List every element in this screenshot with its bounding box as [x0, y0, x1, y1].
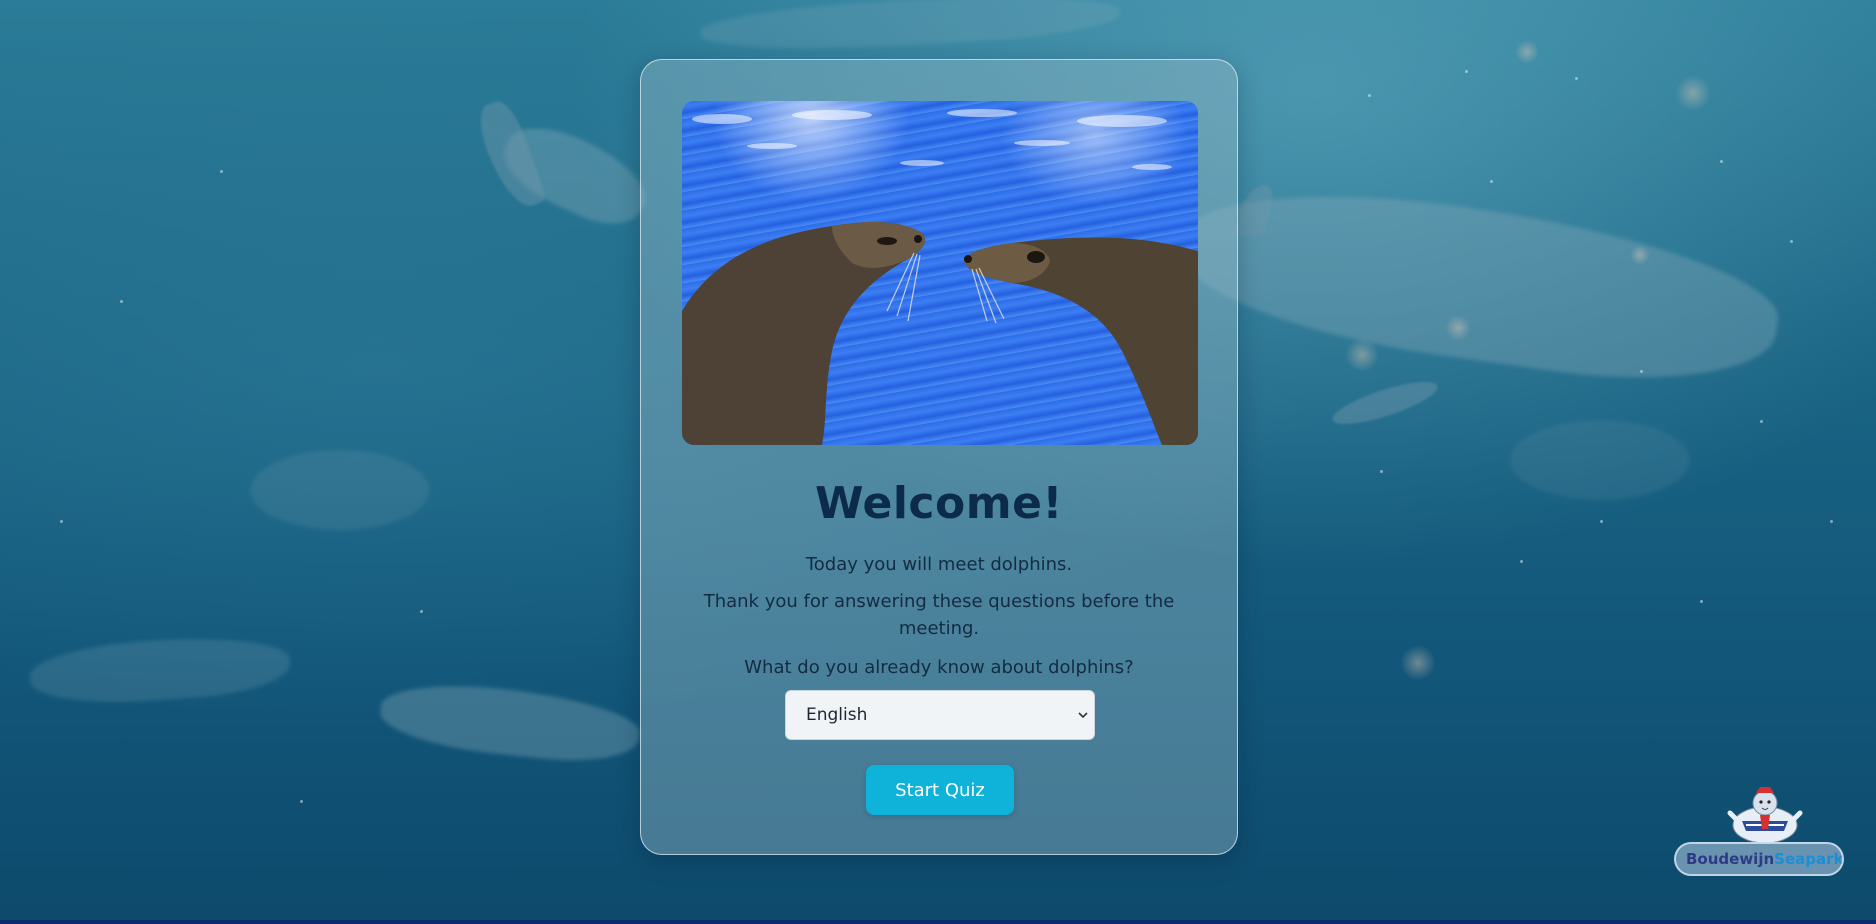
seal-mascot-icon	[1727, 787, 1803, 844]
particle	[1790, 240, 1793, 243]
particle	[220, 170, 223, 173]
particle	[60, 520, 63, 523]
welcome-card: Welcome! Today you will meet dolphins. T…	[640, 59, 1238, 855]
dolphin-shape	[377, 676, 643, 769]
dolphin-fin	[1328, 373, 1442, 433]
language-select-wrapper[interactable]: English	[785, 690, 1095, 740]
dolphin-shape	[1510, 420, 1690, 500]
particle	[1520, 560, 1523, 563]
particle	[1490, 180, 1493, 183]
boudewijn-seapark-logo: BoudewijnSeapark	[1670, 785, 1848, 881]
logo-name-part2: Seapark	[1774, 850, 1844, 868]
bubble	[1630, 245, 1650, 265]
bottom-stripe	[0, 920, 1876, 924]
sea-lions-illustration	[682, 109, 1198, 445]
particle	[1465, 70, 1468, 73]
start-quiz-button[interactable]: Start Quiz	[866, 765, 1014, 815]
dolphin-shape	[28, 631, 292, 709]
bubble	[1445, 315, 1471, 341]
language-select[interactable]: English	[786, 691, 1094, 739]
particle	[420, 610, 423, 613]
particle	[120, 300, 123, 303]
hero-image	[682, 101, 1198, 445]
bubble	[1345, 338, 1379, 372]
question-text: What do you already know about dolphins?	[744, 657, 1134, 678]
intro-text: Today you will meet dolphins.	[805, 554, 1073, 575]
bubble	[1400, 645, 1436, 681]
particle	[1600, 520, 1603, 523]
particle	[1575, 77, 1578, 80]
particle	[300, 800, 303, 803]
particle	[1700, 600, 1703, 603]
bubble	[1515, 40, 1539, 64]
dolphin-shape	[699, 0, 1121, 56]
particle	[1640, 370, 1643, 373]
dolphin-shape	[250, 450, 430, 530]
thanks-text: Thank you for answering these questions …	[703, 591, 1175, 639]
particle	[1720, 160, 1723, 163]
particle	[1368, 94, 1371, 97]
logo-name-part1: Boudewijn	[1686, 850, 1775, 868]
welcome-title: Welcome!	[815, 478, 1063, 529]
particle	[1830, 520, 1833, 523]
logo-wordmark: BoudewijnSeapark	[1674, 842, 1844, 876]
particle	[1380, 470, 1383, 473]
bubble	[1675, 75, 1711, 111]
particle	[1760, 420, 1763, 423]
